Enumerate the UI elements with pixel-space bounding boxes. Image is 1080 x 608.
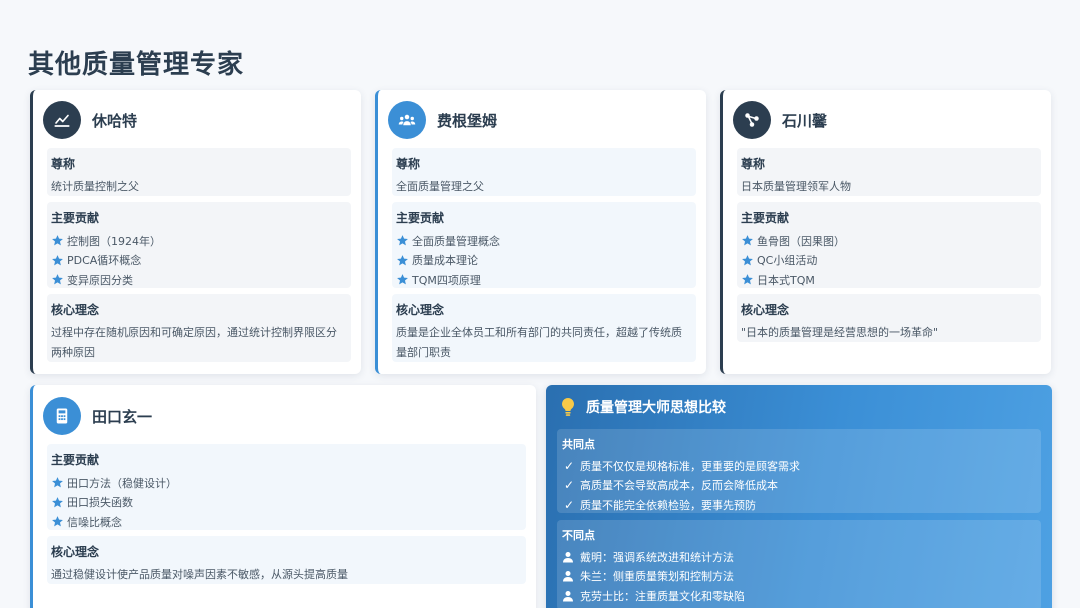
star-icon [396, 273, 409, 286]
list-item: 日本式TQM [741, 270, 1034, 290]
list-item: 朱兰：侧重质量策划和控制方法 [562, 567, 1035, 587]
differences-box: 不同点 戴明：强调系统改进和统计方法 朱兰：侧重质量策划和控制方法 克劳士比：注… [557, 520, 1041, 608]
comparison-panel: 质量管理大师思想比较 共同点 ✓ 质量不仅仅是规格标准，更重要的是顾客需求 ✓ 高质… [546, 385, 1052, 608]
core-idea-label: 核心理念 [741, 303, 790, 317]
lightbulb-icon [562, 398, 574, 416]
contributions-label: 主要贡献 [741, 211, 790, 225]
list-item: QC小组活动 [741, 251, 1034, 271]
contributions-section: 主要贡献 田口方法（稳健设计） 田口损失函数 信噪比概念 [47, 444, 526, 530]
star-icon [51, 254, 64, 267]
core-idea-text: 通过稳健设计使产品质量对噪声因素不敏感，从源头提高质量 [51, 568, 348, 581]
core-idea-section: 核心理念 "日本的质量管理是经营思想的一场革命" [737, 294, 1041, 342]
common-points-box: 共同点 ✓ 质量不仅仅是规格标准，更重要的是顾客需求 ✓ 高质量不会导致高成本，反而… [557, 429, 1041, 513]
star-icon [741, 273, 754, 286]
core-idea-label: 核心理念 [396, 303, 445, 317]
honorific-text: 日本质量管理领军人物 [741, 180, 851, 193]
list-item: TQM四项原理 [396, 270, 689, 290]
check-icon: ✓ [563, 458, 575, 473]
honorific-text: 全面质量管理之父 [396, 180, 484, 193]
contributions-label: 主要贡献 [396, 211, 445, 225]
comparison-header: 质量管理大师思想比较 [546, 385, 1052, 429]
core-idea-text: "日本的质量管理是经营思想的一场革命" [741, 326, 939, 339]
contributions-label: 主要贡献 [51, 453, 100, 467]
common-points-label: 共同点 [562, 438, 595, 451]
card-header: 费根堡姆 [388, 100, 706, 140]
expert-name: 石川馨 [782, 111, 828, 130]
comparison-title: 质量管理大师思想比较 [586, 400, 726, 416]
expert-name: 休哈特 [92, 111, 138, 130]
expert-card-feigenbaum: 费根堡姆 尊称 全面质量管理之父 主要贡献 全面质量管理概念 质量成本理论 TQ… [375, 90, 706, 374]
contributions-section: 主要贡献 控制图（1924年） PDCA循环概念 变异原因分类 [47, 202, 351, 288]
honorific-label: 尊称 [51, 157, 76, 171]
core-idea-label: 核心理念 [51, 303, 100, 317]
card-header: 田口玄一 [43, 396, 536, 436]
contributions-section: 主要贡献 鱼骨图（因果图） QC小组活动 日本式TQM [737, 202, 1041, 288]
list-item: 信噪比概念 [51, 512, 519, 532]
list-item: ✓ 高质量不会导致高成本，反而会降低成本 [563, 478, 778, 493]
honorific-section: 尊称 统计质量控制之父 [47, 148, 351, 196]
expert-card-taguchi: 田口玄一 主要贡献 田口方法（稳健设计） 田口损失函数 信噪比概念 核心理念 通… [30, 385, 536, 608]
honorific-section: 尊称 全面质量管理之父 [392, 148, 696, 196]
person-icon [562, 590, 574, 602]
core-idea-label: 核心理念 [51, 545, 100, 559]
star-icon [396, 234, 409, 247]
contributions-label: 主要贡献 [51, 211, 100, 225]
person-icon [562, 551, 574, 563]
list-item: 田口损失函数 [51, 493, 519, 513]
page-title: 其他质量管理专家 [28, 50, 245, 80]
list-item: 质量成本理论 [396, 251, 689, 271]
core-idea-section: 核心理念 质量是企业全体员工和所有部门的共同责任，超越了传统质量部门职责 [392, 294, 696, 362]
card-header: 休哈特 [43, 100, 361, 140]
line-chart-icon [43, 101, 81, 139]
honorific-section: 尊称 日本质量管理领军人物 [737, 148, 1041, 196]
star-icon [396, 254, 409, 267]
core-idea-section: 核心理念 过程中存在随机原因和可确定原因，通过统计控制界限区分两种原因 [47, 294, 351, 362]
honorific-label: 尊称 [741, 157, 766, 171]
expert-name: 田口玄一 [92, 407, 153, 426]
honorific-label: 尊称 [396, 157, 421, 171]
contributions-section: 主要贡献 全面质量管理概念 质量成本理论 TQM四项原理 [392, 202, 696, 288]
core-idea-text: 质量是企业全体员工和所有部门的共同责任，超越了传统质量部门职责 [396, 326, 682, 359]
list-item: 戴明：强调系统改进和统计方法 [562, 547, 1035, 567]
list-item: 控制图（1924年） [51, 231, 344, 251]
check-icon: ✓ [563, 478, 575, 493]
expert-name: 费根堡姆 [437, 111, 498, 130]
check-icon: ✓ [563, 497, 575, 512]
star-icon [51, 496, 64, 509]
core-idea-text: 过程中存在随机原因和可确定原因，通过统计控制界限区分两种原因 [51, 326, 337, 359]
list-item: ✓ 质量不能完全依赖检验，要事先预防 [563, 497, 756, 512]
star-icon [741, 254, 754, 267]
card-header: 石川馨 [733, 100, 1051, 140]
star-icon [51, 234, 64, 247]
star-icon [741, 234, 754, 247]
core-idea-section: 核心理念 通过稳健设计使产品质量对噪声因素不敏感，从源头提高质量 [47, 536, 526, 584]
sitemap-icon [733, 101, 771, 139]
star-icon [51, 273, 64, 286]
list-item: ✓ 质量不仅仅是规格标准，更重要的是顾客需求 [563, 458, 800, 473]
list-item: PDCA循环概念 [51, 251, 344, 271]
star-icon [51, 515, 64, 528]
calculator-icon [43, 397, 81, 435]
honorific-text: 统计质量控制之父 [51, 180, 139, 193]
list-item: 鱼骨图（因果图） [741, 231, 1034, 251]
list-item: 变异原因分类 [51, 270, 344, 290]
star-icon [51, 476, 64, 489]
list-item: 田口方法（稳健设计） [51, 473, 519, 493]
expert-card-shewhart: 休哈特 尊称 统计质量控制之父 主要贡献 控制图（1924年） PDCA循环概念… [30, 90, 361, 374]
differences-label: 不同点 [562, 529, 595, 542]
person-icon [562, 570, 574, 582]
expert-card-ishikawa: 石川馨 尊称 日本质量管理领军人物 主要贡献 鱼骨图（因果图） QC小组活动 日… [720, 90, 1051, 374]
users-icon [388, 101, 426, 139]
list-item: 全面质量管理概念 [396, 231, 689, 251]
list-item: 克劳士比：注重质量文化和零缺陷 [562, 586, 1035, 606]
